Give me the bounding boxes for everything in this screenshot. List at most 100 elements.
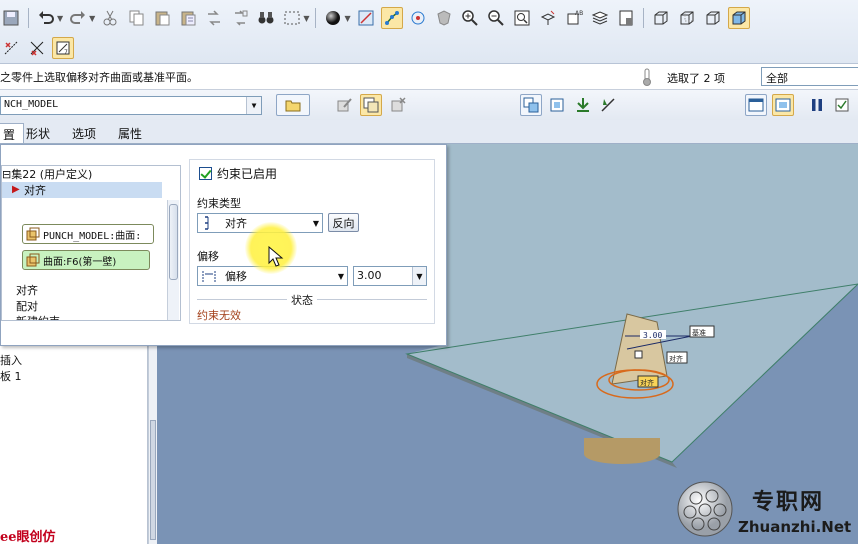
svg-text:AB: AB bbox=[575, 10, 583, 17]
tag-align-2: 对齐 bbox=[640, 378, 654, 387]
wireframe-icon[interactable] bbox=[650, 7, 672, 29]
tab-properties[interactable]: 属性 bbox=[110, 123, 150, 143]
view-manager-icon[interactable] bbox=[615, 7, 637, 29]
hidden-line-icon[interactable] bbox=[676, 7, 698, 29]
folder-icon bbox=[285, 100, 301, 112]
appearance-sphere-icon[interactable] bbox=[322, 7, 344, 29]
regen-manager-icon[interactable] bbox=[229, 7, 251, 29]
constraint-enabled-checkbox[interactable] bbox=[199, 167, 212, 180]
watermark-ball-icon bbox=[677, 481, 733, 537]
select-box-icon[interactable] bbox=[281, 7, 303, 29]
corner-logo: ee眼创仿 bbox=[0, 530, 56, 544]
orient-shield-icon[interactable] bbox=[433, 7, 455, 29]
scroll-thumb[interactable] bbox=[150, 420, 156, 540]
regenerate-icon[interactable] bbox=[203, 7, 225, 29]
align-type-icon bbox=[205, 216, 209, 230]
constraint-set-list[interactable]: ⊟集22 (用户定义) ▶ 对齐 PUNCH_MODEL:曲面: 曲面:F6(第… bbox=[1, 165, 181, 321]
delete-constraint-icon[interactable] bbox=[387, 94, 409, 116]
orient-mode-icon[interactable] bbox=[407, 7, 429, 29]
undo-icon[interactable] bbox=[35, 7, 57, 29]
reference-2-text: 曲面:F6(第一壁) bbox=[43, 256, 117, 268]
open-folder-button[interactable] bbox=[276, 94, 310, 116]
view-orient-icon[interactable] bbox=[537, 7, 559, 29]
saved-views-icon[interactable]: AB bbox=[563, 7, 585, 29]
scroll-thumb[interactable] bbox=[169, 204, 178, 280]
selection-filter-value: 全部 bbox=[766, 72, 788, 85]
toolbar-row-1: ▼ ▼ ▼ ▼ AB bbox=[0, 3, 752, 33]
pause-icon[interactable] bbox=[806, 94, 828, 116]
undo-dropdown-icon[interactable]: ▼ bbox=[57, 14, 63, 23]
selection-filter-select[interactable]: 全部 bbox=[761, 67, 858, 86]
surface-icon bbox=[26, 253, 40, 267]
repaint-icon[interactable] bbox=[355, 7, 377, 29]
set-list-scrollbar[interactable] bbox=[167, 200, 179, 320]
svg-text:7: 7 bbox=[64, 49, 68, 56]
zoom-out-icon[interactable] bbox=[485, 7, 507, 29]
constraint-row-align[interactable]: ▶ 对齐 bbox=[2, 182, 162, 198]
no-hidden-icon[interactable] bbox=[702, 7, 724, 29]
paste-special-icon[interactable] bbox=[177, 7, 199, 29]
shading-icon[interactable] bbox=[727, 7, 750, 29]
find-binoculars-icon[interactable] bbox=[255, 7, 277, 29]
datum-point-off-icon[interactable] bbox=[26, 37, 48, 59]
list-option-align[interactable]: 对齐 bbox=[16, 282, 38, 298]
separate-window-icon[interactable] bbox=[360, 94, 382, 116]
constraint-set-header[interactable]: ⊟集22 (用户定义) bbox=[2, 166, 92, 182]
offset-label: 偏移 bbox=[197, 250, 219, 263]
component-window-icon[interactable] bbox=[546, 94, 568, 116]
constraint-enabled-row[interactable]: 约束已启用 bbox=[199, 165, 277, 182]
tree-item-insert[interactable]: 插入 bbox=[0, 352, 22, 368]
drag-component-icon[interactable] bbox=[572, 94, 594, 116]
paste-icon[interactable] bbox=[151, 7, 173, 29]
component-reference-select[interactable]: NCH_MODEL ▼ bbox=[0, 96, 262, 115]
save-icon[interactable] bbox=[0, 7, 22, 29]
chevron-down-icon[interactable]: ▼ bbox=[412, 267, 426, 285]
cut-icon[interactable] bbox=[99, 7, 121, 29]
constraint-set-name: 集22 (用户定义) bbox=[11, 168, 93, 181]
list-option-new-constraint[interactable]: 新建约束 bbox=[16, 313, 60, 320]
status-value: 约束无效 bbox=[197, 309, 241, 322]
reference-chip-2[interactable]: 曲面:F6(第一壁) bbox=[22, 250, 150, 270]
thermometer-icon bbox=[643, 68, 651, 86]
chevron-down-icon[interactable]: ▼ bbox=[313, 219, 319, 228]
reference-chip-1[interactable]: PUNCH_MODEL:曲面: bbox=[22, 224, 154, 244]
appearance-dropdown-icon[interactable]: ▼ bbox=[344, 14, 350, 23]
constraint-row-label: 对齐 bbox=[24, 184, 46, 197]
dimension-label: 3.00 bbox=[643, 331, 662, 340]
layers-icon[interactable] bbox=[589, 7, 611, 29]
spin-center-icon[interactable] bbox=[380, 7, 403, 29]
tag-align-1: 对齐 bbox=[669, 354, 683, 363]
zoom-in-icon[interactable] bbox=[459, 7, 481, 29]
refit-icon[interactable] bbox=[511, 7, 533, 29]
component-reference-value: NCH_MODEL bbox=[4, 99, 59, 110]
chevron-down-icon[interactable]: ▼ bbox=[338, 272, 344, 281]
datum-csys-icon[interactable]: 7 bbox=[52, 37, 74, 59]
chevron-down-icon[interactable]: ▼ bbox=[246, 97, 261, 114]
list-option-mate[interactable]: 配对 bbox=[16, 298, 38, 314]
redo-icon[interactable] bbox=[67, 7, 89, 29]
status-title: 状态 bbox=[287, 292, 317, 308]
flip-button[interactable]: 反向 bbox=[328, 213, 359, 232]
apply-checkbox-icon[interactable] bbox=[832, 94, 854, 116]
edit-constraint-icon[interactable] bbox=[333, 94, 355, 116]
dashboard-window-icon[interactable] bbox=[772, 94, 794, 116]
tab-options[interactable]: 选项 bbox=[64, 123, 104, 143]
redo-dropdown-icon[interactable]: ▼ bbox=[89, 14, 95, 23]
offset-value-input[interactable]: 3.00 ▼ bbox=[353, 266, 427, 286]
copy-icon[interactable] bbox=[125, 7, 147, 29]
current-arrow-icon: ▶ bbox=[12, 184, 20, 195]
tree-item-plate[interactable]: 板 1 bbox=[0, 368, 22, 384]
preview-window-icon[interactable] bbox=[745, 94, 767, 116]
select-dropdown-icon[interactable]: ▼ bbox=[303, 14, 309, 23]
datum-axis-off-icon[interactable] bbox=[0, 37, 22, 59]
constraint-type-value: 对齐 bbox=[225, 217, 247, 230]
tag-datum: 基准 bbox=[692, 328, 706, 337]
constraint-check-icon[interactable] bbox=[597, 94, 619, 116]
dashboard-bar: NCH_MODEL ▼ bbox=[0, 90, 858, 120]
constraint-type-label: 约束类型 bbox=[197, 197, 241, 210]
prompt-message: 之零件上选取偏移对齐曲面或基准平面。 bbox=[0, 71, 198, 84]
message-bar: 之零件上选取偏移对齐曲面或基准平面。 选取了 2 项 全部 bbox=[0, 64, 858, 90]
assembly-window-icon[interactable] bbox=[520, 94, 542, 116]
tab-shape[interactable]: 形状 bbox=[18, 123, 58, 143]
selection-count: 选取了 2 项 bbox=[667, 72, 725, 85]
